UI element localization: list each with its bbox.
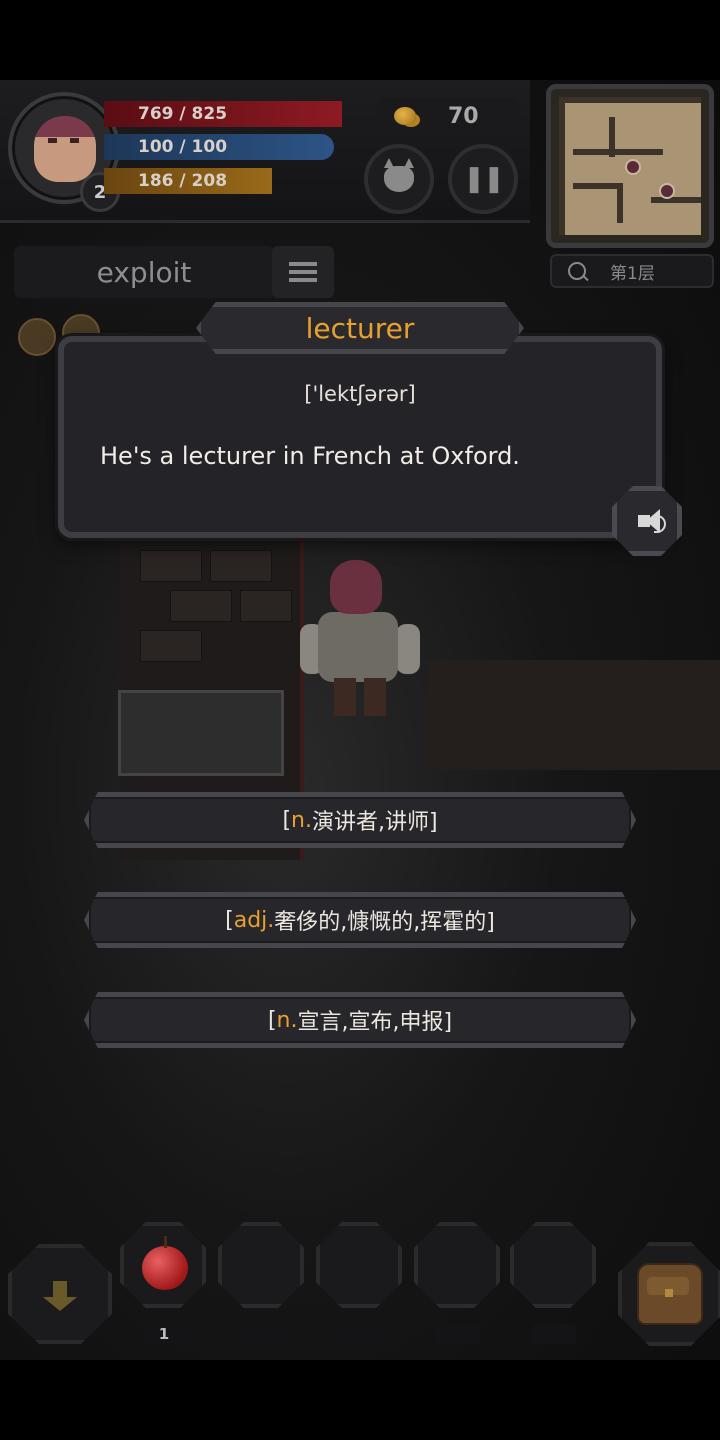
- inventory-slot-5[interactable]: [510, 1222, 596, 1308]
- part-of-speech: n.: [276, 1007, 298, 1033]
- previous-word-tab[interactable]: exploit: [14, 246, 274, 298]
- coin-value: 70: [448, 103, 479, 129]
- word-title: lecturer: [196, 302, 524, 354]
- hp-text: 769 / 825: [138, 104, 228, 124]
- slot-count-1: 1: [142, 1324, 186, 1344]
- minimap[interactable]: [546, 84, 714, 248]
- slot-count-3: [338, 1324, 382, 1344]
- slot-count-4: [436, 1324, 480, 1344]
- part-of-speech: adj.: [233, 907, 275, 933]
- answer-option-3[interactable]: [n. 宣言,宣布,申报]: [84, 992, 636, 1048]
- descend-button[interactable]: [8, 1244, 112, 1344]
- xp-bar: 186 / 208: [104, 168, 272, 194]
- hero-character: [300, 560, 420, 720]
- backpack-icon: [637, 1263, 703, 1325]
- answer-meaning: 奢侈的,慷慨的,挥霍的]: [274, 910, 495, 935]
- answer-meaning: 演讲者,讲师]: [311, 810, 438, 835]
- mp-bar: 100 / 100: [104, 134, 334, 160]
- xp-text: 186 / 208: [138, 171, 228, 191]
- word-list-button[interactable]: [272, 246, 334, 298]
- arrow-down-icon: [43, 1281, 77, 1311]
- apple-icon: [142, 1236, 188, 1290]
- word-card: ['lektʃərər] He's a lecturer in French a…: [58, 336, 662, 538]
- word-phonetic: ['lektʃərər]: [304, 382, 416, 406]
- hp-bar: 769 / 825: [104, 101, 342, 127]
- floor-label: 第1层: [610, 263, 655, 284]
- demon-face-icon: [384, 158, 414, 192]
- search-icon: [568, 262, 586, 280]
- example-sentence: He's a lecturer in French at Oxford.: [100, 442, 520, 470]
- inventory-slot-2[interactable]: [218, 1222, 304, 1308]
- dungeon-crates: [428, 660, 720, 770]
- coin-icon: [394, 107, 416, 125]
- floor-indicator[interactable]: 第1层: [550, 254, 714, 288]
- part-of-speech: n.: [291, 807, 312, 833]
- slot-count-2: [240, 1324, 284, 1344]
- speaker-icon: [638, 509, 660, 533]
- inventory-slot-3[interactable]: [316, 1222, 402, 1308]
- dungeon-doorway: [118, 690, 284, 776]
- list-menu-icon: [289, 262, 317, 282]
- inventory-slot-4[interactable]: [414, 1222, 500, 1308]
- pause-button[interactable]: ❚❚: [448, 144, 518, 214]
- mp-text: 100 / 100: [138, 137, 228, 157]
- game-screen: 2 769 / 825 100 / 100 186 / 208 70 ❚❚ 第1…: [0, 80, 720, 1360]
- pause-icon: ❚❚: [463, 164, 505, 194]
- pronounce-button[interactable]: [612, 486, 682, 556]
- inventory-slot-1[interactable]: [120, 1222, 206, 1308]
- slot-count-5: [532, 1324, 576, 1344]
- backpack-button[interactable]: [618, 1242, 720, 1346]
- coin-counter: 70: [378, 98, 518, 134]
- answer-meaning: 宣言,宣布,申报]: [297, 1010, 453, 1035]
- answer-option-1[interactable]: [n. 演讲者,讲师]: [84, 792, 636, 848]
- monster-info-button[interactable]: [364, 144, 434, 214]
- answer-option-2[interactable]: [adj. 奢侈的,慷慨的,挥霍的]: [84, 892, 636, 948]
